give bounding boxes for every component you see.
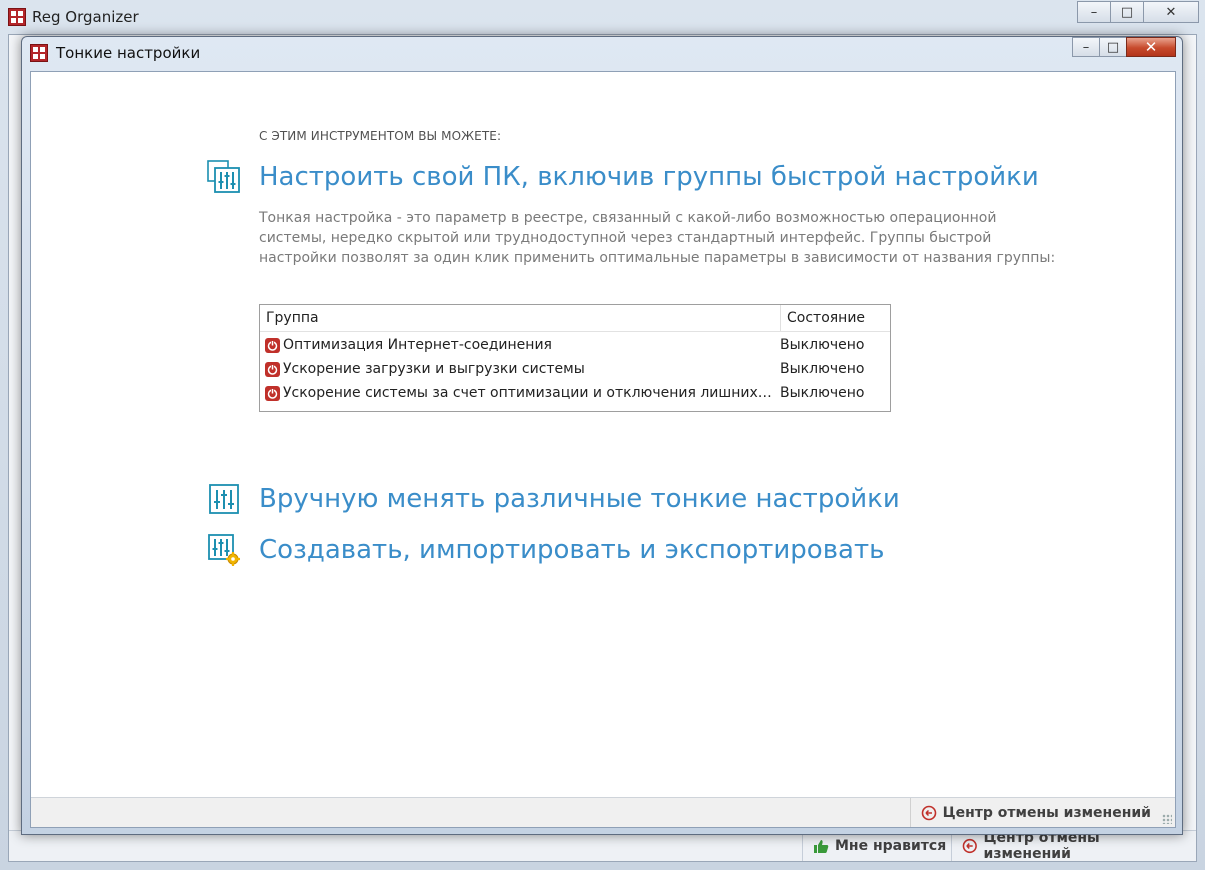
main-window-controls: – □ ✕ (1077, 1, 1199, 23)
dialog-logo-icon (30, 44, 48, 62)
dialog-title-bar: Тонкие настройки (30, 42, 200, 64)
main-undo-center-button[interactable]: Центр отмены изменений (951, 830, 1196, 862)
dialog-minimize-button[interactable]: – (1072, 37, 1100, 57)
like-label: Мне нравится (835, 838, 947, 854)
table-row[interactable]: Оптимизация Интернет-соединения Выключен… (260, 333, 890, 357)
fine-tuning-dialog: Тонкие настройки – □ ✕ С ЭТИМ ИНСТРУМЕНТ… (21, 36, 1183, 835)
thumbs-up-icon (814, 840, 829, 853)
group-name: Оптимизация Интернет-соединения (283, 337, 552, 353)
main-minimize-button[interactable]: – (1077, 1, 1111, 23)
group-name: Ускорение системы за счет оптимизации и … (283, 385, 776, 401)
power-off-icon (265, 385, 280, 401)
table-row[interactable]: Ускорение загрузки и выгрузки системы Вы… (260, 357, 890, 381)
section-manual-tweaks[interactable]: Вручную менять различные тонкие настройк… (207, 482, 900, 516)
group-state: Выключено (780, 337, 865, 353)
dialog-status-bar: Центр отмены изменений (31, 797, 1175, 827)
section-create-import-export[interactable]: Создавать, импортировать и экспортироват… (207, 533, 884, 567)
quick-groups-icon (207, 160, 241, 194)
table-row[interactable]: Ускорение системы за счет оптимизации и … (260, 381, 890, 405)
manual-tweaks-link[interactable]: Вручную менять различные тонкие настройк… (259, 484, 900, 514)
dialog-maximize-button[interactable]: □ (1099, 37, 1127, 57)
undo-center-icon (962, 838, 977, 854)
dialog-undo-center-button[interactable]: Центр отмены изменений (909, 798, 1151, 827)
column-header-state[interactable]: Состояние (780, 305, 865, 331)
power-off-icon (265, 361, 280, 377)
undo-center-icon (921, 805, 936, 820)
create-import-export-icon (207, 533, 241, 567)
quick-groups-link[interactable]: Настроить свой ПК, включив группы быстро… (259, 162, 1039, 192)
group-state: Выключено (780, 361, 865, 377)
main-window-title: Reg Organizer (32, 8, 139, 26)
like-button[interactable]: Мне нравится (802, 831, 956, 861)
dialog-title: Тонкие настройки (56, 44, 201, 62)
main-title-bar: Reg Organizer (8, 5, 139, 29)
dialog-window-controls: – □ ✕ (1072, 37, 1176, 57)
intro-caption: С ЭТИМ ИНСТРУМЕНТОМ ВЫ МОЖЕТЕ: (259, 129, 502, 143)
group-name: Ускорение загрузки и выгрузки системы (283, 361, 585, 377)
group-state: Выключено (780, 385, 865, 401)
power-off-icon (265, 337, 280, 353)
groups-table: Группа Состояние Оптимизация Интернет-со… (259, 304, 891, 412)
create-import-export-link[interactable]: Создавать, импортировать и экспортироват… (259, 535, 884, 565)
main-maximize-button[interactable]: □ (1110, 1, 1144, 23)
quick-groups-description: Тонкая настройка - это параметр в реестр… (259, 210, 1056, 266)
column-header-group[interactable]: Группа (266, 305, 319, 331)
resize-grip[interactable] (1162, 814, 1172, 824)
table-header-divider (260, 331, 890, 332)
manual-tweaks-icon (207, 482, 241, 516)
section-quick-groups[interactable]: Настроить свой ПК, включив группы быстро… (207, 160, 1039, 194)
main-close-button[interactable]: ✕ (1143, 1, 1199, 23)
reg-organizer-logo-icon (8, 8, 26, 26)
dialog-close-button[interactable]: ✕ (1126, 37, 1176, 57)
dialog-undo-center-label: Центр отмены изменений (942, 804, 1151, 821)
dialog-content: С ЭТИМ ИНСТРУМЕНТОМ ВЫ МОЖЕТЕ: Настроить… (30, 71, 1176, 828)
